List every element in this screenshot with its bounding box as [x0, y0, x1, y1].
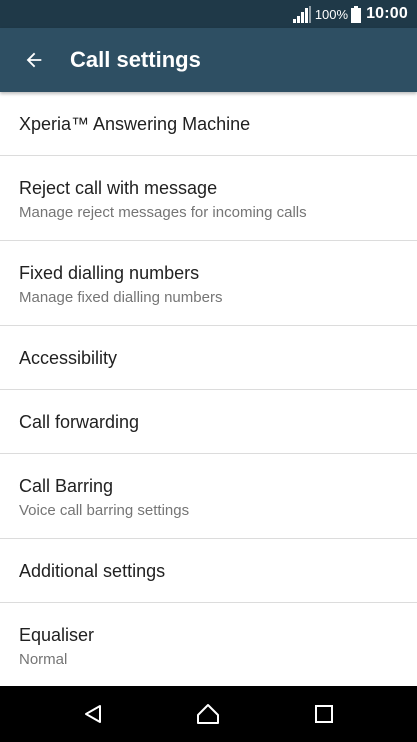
setting-call-forwarding[interactable]: Call forwarding	[0, 390, 417, 454]
setting-title: Equaliser	[19, 625, 95, 645]
setting-additional-settings[interactable]: Additional settings	[0, 539, 417, 603]
recents-square-icon	[315, 705, 333, 723]
setting-title: Accessibility	[19, 348, 118, 368]
nav-recents-button[interactable]	[304, 694, 344, 734]
arrow-back-icon	[26, 52, 42, 68]
setting-summary: Manage fixed dialling numbers	[19, 289, 223, 306]
setting-equaliser[interactable]: Equaliser Normal	[0, 603, 417, 688]
setting-summary: Manage reject messages for incoming call…	[19, 204, 307, 221]
setting-accessibility[interactable]: Accessibility	[0, 326, 417, 390]
page-title: Call settings	[70, 47, 201, 72]
setting-call-barring[interactable]: Call Barring Voice call barring settings	[0, 454, 417, 539]
setting-reject-call-with-message[interactable]: Reject call with message Manage reject m…	[0, 156, 417, 241]
back-button[interactable]	[12, 38, 56, 82]
setting-fixed-dialling-numbers[interactable]: Fixed dialling numbers Manage fixed dial…	[0, 241, 417, 326]
setting-title: Call forwarding	[19, 412, 140, 432]
settings-list: Xperia™ Answering Machine Reject call wi…	[0, 92, 417, 688]
setting-answering-machine[interactable]: Xperia™ Answering Machine	[0, 92, 417, 156]
status-indicators: 100% 10:00	[292, 0, 408, 28]
back-triangle-icon	[85, 705, 101, 723]
navigation-bar	[0, 686, 417, 742]
setting-summary: Voice call barring settings	[19, 502, 190, 519]
setting-title: Xperia™ Answering Machine	[19, 114, 251, 134]
setting-title: Reject call with message	[19, 178, 218, 198]
setting-title: Additional settings	[19, 561, 166, 581]
clock: 10:00	[366, 5, 408, 22]
signal-icon	[292, 5, 311, 23]
setting-title: Fixed dialling numbers	[19, 263, 200, 283]
battery-icon	[351, 5, 362, 23]
app-bar: Call settings	[0, 28, 417, 92]
battery-percent: 100%	[314, 6, 349, 22]
home-icon	[197, 704, 219, 724]
status-bar: 100% 10:00	[0, 0, 417, 28]
setting-summary: Normal	[19, 651, 68, 668]
setting-title: Call Barring	[19, 476, 114, 496]
nav-home-button[interactable]	[188, 694, 228, 734]
nav-back-button[interactable]	[73, 694, 113, 734]
